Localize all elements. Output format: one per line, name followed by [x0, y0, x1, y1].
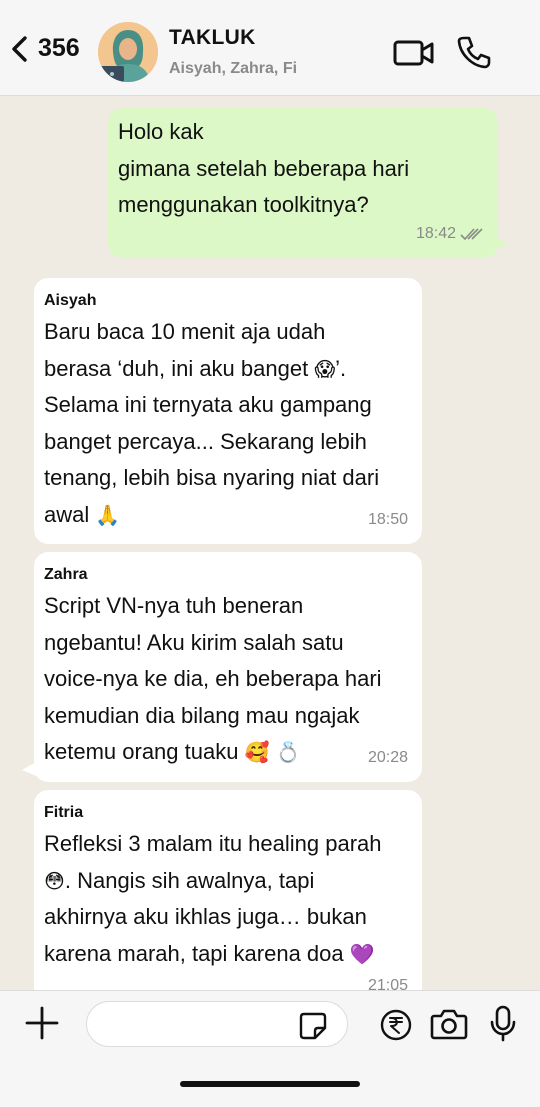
chevron-left-icon	[12, 35, 27, 62]
rupee-icon	[380, 1009, 412, 1041]
chat-title-block[interactable]: TAKLUK Aisyah, Zahra, Fi	[169, 26, 297, 78]
ring-emoji: 💍	[275, 740, 301, 764]
group-members: Aisyah, Zahra, Fi	[169, 60, 298, 77]
message-text: Holo kak gimana setelah beberapa hari me…	[118, 119, 410, 217]
group-name: TAKLUK	[169, 26, 256, 49]
sender-name: Fitria	[44, 804, 84, 821]
message-time: 21:05	[367, 976, 408, 991]
phone-icon	[457, 36, 491, 69]
message-time: 20:28	[367, 748, 408, 766]
composer-bar	[0, 990, 540, 1107]
smiling-hearts-emoji: 🥰	[244, 740, 270, 764]
incoming-message[interactable]: Fitria Refleksi 3 malam itu healing para…	[34, 790, 422, 990]
message-list[interactable]: Holo kak gimana setelah beberapa hari me…	[0, 96, 540, 990]
sender-name: Zahra	[44, 566, 88, 583]
message-meta: 18:42	[416, 216, 484, 253]
message-text-part: Script VN-nya tuh beneran ngebantu! Aku …	[44, 593, 382, 764]
camera-button[interactable]	[430, 1007, 468, 1041]
sender-name: Aisyah	[44, 292, 97, 309]
purple-heart-emoji: 💜	[349, 941, 375, 966]
payment-button[interactable]	[380, 1009, 412, 1041]
message-text-part: ’. Selama ini ternyata aku gampang bange…	[44, 355, 380, 527]
plus-icon	[25, 1006, 59, 1040]
video-call-button[interactable]	[392, 36, 436, 70]
incoming-message[interactable]: Aisyah Baru baca 10 menit aja udah beras…	[34, 278, 422, 544]
voice-call-button[interactable]	[456, 34, 492, 70]
microphone-icon	[490, 1005, 516, 1042]
message-text: Baru baca 10 menit aja udah berasa ‘duh,…	[44, 314, 410, 533]
chat-header: 356 TAKLUK Aisyah, Zahra, Fi	[0, 0, 540, 96]
flushed-emoji: 😳	[44, 868, 65, 893]
message-text-part: . Nangis sih awalnya, tapi akhirnya aku …	[44, 867, 367, 966]
message-time: 18:42	[415, 224, 456, 242]
back-button[interactable]: 356	[8, 34, 80, 63]
sticker-icon	[299, 1012, 327, 1040]
praying-hands-emoji: 🙏	[95, 502, 121, 527]
double-check-icon	[460, 228, 483, 240]
outgoing-message[interactable]: Holo kak gimana setelah beberapa hari me…	[108, 108, 508, 258]
message-text: Refleksi 3 malam itu healing parah 😳. Na…	[44, 826, 410, 972]
message-text: Script VN-nya tuh beneran ngebantu! Aku …	[44, 588, 410, 771]
sticker-button[interactable]	[298, 1011, 328, 1041]
message-time: 18:50	[367, 510, 408, 528]
voice-note-button[interactable]	[488, 1005, 518, 1043]
screaming-emoji: 😱	[314, 356, 336, 381]
video-camera-icon	[393, 40, 434, 66]
group-avatar[interactable]	[98, 22, 158, 82]
attach-button[interactable]	[24, 1005, 60, 1041]
unread-count: 356	[38, 34, 80, 62]
incoming-message[interactable]: Zahra Script VN-nya tuh beneran ngebantu…	[22, 552, 422, 782]
home-indicator	[180, 1081, 360, 1087]
avatar-illustration	[98, 22, 158, 82]
message-text-part: Refleksi 3 malam itu healing parah	[44, 831, 382, 856]
message-text-part: Baru baca 10 menit aja udah berasa ‘duh,…	[44, 319, 326, 381]
camera-icon	[430, 1009, 468, 1040]
